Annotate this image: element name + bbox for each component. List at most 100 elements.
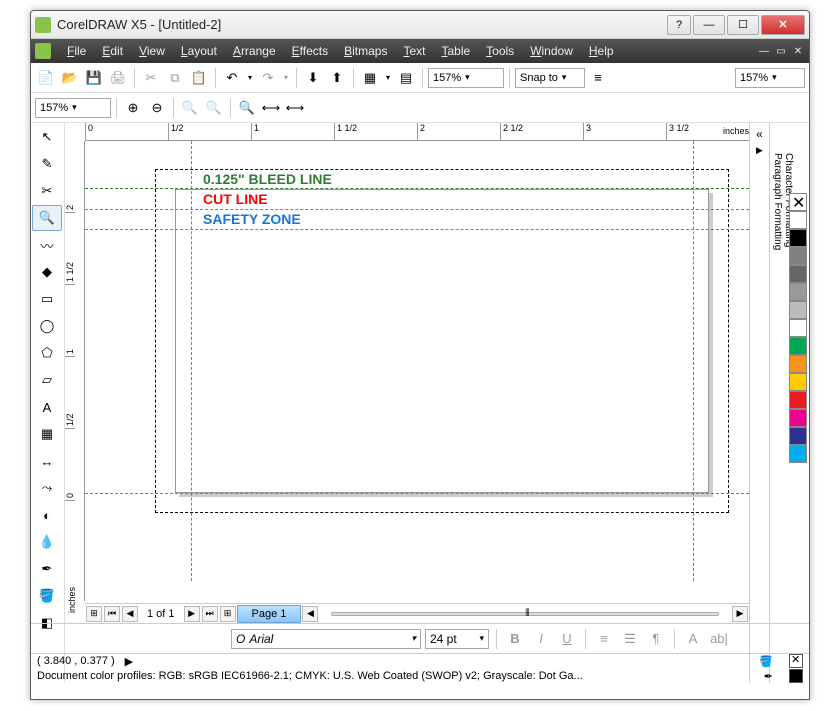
menu-help[interactable]: Help — [581, 41, 622, 61]
fill-tool-icon[interactable]: 🪣 — [759, 655, 773, 668]
print-icon[interactable]: 🖨 — [107, 67, 129, 89]
open-icon[interactable]: 📂 — [59, 67, 81, 89]
outline-tool-icon[interactable]: ✒ — [764, 670, 773, 683]
menu-arrange[interactable]: Arrange — [225, 41, 284, 61]
menu-bitmaps[interactable]: Bitmaps — [336, 41, 395, 61]
docker-paragraph[interactable]: Paragraph Formatting — [772, 153, 783, 643]
zoom-out-icon[interactable]: ⊖ — [146, 97, 168, 119]
table-tool[interactable]: ▦ — [32, 421, 62, 447]
italic-icon[interactable]: I — [530, 628, 552, 650]
welcome-icon[interactable]: ▤ — [395, 67, 417, 89]
crop-tool[interactable]: ✂ — [32, 178, 62, 204]
snap-combo[interactable]: Snap to▾ — [515, 68, 585, 88]
menu-effects[interactable]: Effects — [284, 41, 336, 61]
color-swatch[interactable] — [789, 229, 807, 247]
color-swatch[interactable] — [789, 337, 807, 355]
bold-icon[interactable]: B — [504, 628, 526, 650]
fill-none-swatch[interactable] — [789, 654, 803, 668]
redo-icon[interactable]: ↷ — [257, 67, 279, 89]
zoom-combo-2[interactable]: 157%▾ — [735, 68, 805, 88]
add-page-icon[interactable]: ⊞ — [86, 606, 102, 622]
undo-icon[interactable]: ↶ — [221, 67, 243, 89]
smart-fill-tool[interactable]: ◆ — [32, 259, 62, 285]
minimize-button[interactable]: — — [693, 15, 725, 35]
outline-swatch[interactable] — [789, 669, 803, 683]
scroll-left-icon[interactable]: ◀ — [302, 606, 318, 622]
color-swatch[interactable] — [789, 355, 807, 373]
copy-icon[interactable]: ⧉ — [164, 67, 186, 89]
color-swatch[interactable] — [789, 265, 807, 283]
zoom-page-icon[interactable]: 🔍 — [236, 97, 258, 119]
zoom-width-icon[interactable]: ⟷ — [260, 97, 282, 119]
guide-left[interactable] — [191, 141, 192, 581]
color-swatch[interactable] — [789, 427, 807, 445]
dd1-icon[interactable]: ▾ — [383, 67, 393, 89]
color-swatch[interactable] — [789, 283, 807, 301]
app-launcher-icon[interactable]: ▦ — [359, 67, 381, 89]
menu-table[interactable]: Table — [433, 41, 478, 61]
paste-icon[interactable]: 📋 — [188, 67, 210, 89]
flyout-icon[interactable]: ▶ — [750, 145, 769, 156]
scroll-right-icon[interactable]: ▶ — [732, 606, 748, 622]
fill-tool[interactable]: 🪣 — [32, 583, 62, 609]
no-color-swatch[interactable]: ✕ — [789, 193, 807, 211]
first-page-icon[interactable]: ⏮ — [104, 606, 120, 622]
redo-dd-icon[interactable]: ▾ — [281, 67, 291, 89]
expand-icon[interactable]: « — [750, 127, 769, 141]
underline-icon[interactable]: U — [556, 628, 578, 650]
mdi-close-icon[interactable]: ✕ — [791, 44, 805, 58]
menu-file[interactable]: File — [59, 41, 94, 61]
pick-tool[interactable]: ↖ — [32, 124, 62, 150]
guide-right[interactable] — [693, 141, 694, 581]
next-page-icon[interactable]: ▶ — [184, 606, 200, 622]
freehand-tool[interactable]: 〰 — [32, 232, 62, 258]
zoom-height-icon[interactable]: ⟷ — [284, 97, 306, 119]
outline-tool[interactable]: ✒ — [32, 556, 62, 582]
guide-safe-top[interactable] — [85, 229, 749, 230]
interactive-tool[interactable]: ◐ — [32, 502, 62, 528]
zoom-combo-3[interactable]: 157%▾ — [35, 98, 111, 118]
polygon-tool[interactable]: ⬠ — [32, 340, 62, 366]
canvas[interactable]: 0.125" BLEED LINECUT LINESAFETY ZONE — [85, 141, 749, 581]
add-page-after-icon[interactable]: ⊞ — [220, 606, 236, 622]
color-swatch[interactable] — [789, 445, 807, 463]
menu-text[interactable]: Text — [395, 41, 433, 61]
import-icon[interactable]: ⬇ — [302, 67, 324, 89]
shape-tool[interactable]: ✎ — [32, 151, 62, 177]
basic-shapes-tool[interactable]: ▱ — [32, 367, 62, 393]
zoom-combo-1[interactable]: 157%▾ — [428, 68, 504, 88]
color-swatch[interactable] — [789, 301, 807, 319]
zoom-sel-icon[interactable]: 🔍 — [179, 97, 201, 119]
mdi-minimize-icon[interactable]: — — [757, 44, 771, 58]
color-swatch[interactable] — [789, 247, 807, 265]
connector-tool[interactable]: ⤳ — [32, 475, 62, 501]
last-page-icon[interactable]: ⏭ — [202, 606, 218, 622]
options-icon[interactable]: ≡ — [587, 67, 609, 89]
new-icon[interactable]: 📄 — [35, 67, 57, 89]
zoom-tool[interactable]: 🔍 — [32, 205, 62, 231]
align-icon[interactable]: ≡ — [593, 628, 615, 650]
horizontal-ruler[interactable]: 01/211 1/222 1/233 1/2 — [85, 123, 749, 141]
menu-window[interactable]: Window — [522, 41, 581, 61]
cut-icon[interactable]: ✂ — [140, 67, 162, 89]
export-icon[interactable]: ⬆ — [326, 67, 348, 89]
char-format-icon[interactable]: A — [682, 628, 704, 650]
ellipse-tool[interactable]: ◯ — [32, 313, 62, 339]
text-tool[interactable]: A — [32, 394, 62, 420]
zoom-all-icon[interactable]: 🔍 — [203, 97, 225, 119]
menu-edit[interactable]: Edit — [94, 41, 131, 61]
vertical-ruler[interactable]: 21 1/211/20 — [65, 141, 85, 601]
rectangle-tool[interactable]: ▭ — [32, 286, 62, 312]
menu-view[interactable]: View — [131, 41, 173, 61]
guide-bottom[interactable] — [85, 493, 749, 494]
bullets-icon[interactable]: ☰ — [619, 628, 641, 650]
page-tab[interactable]: Page 1 — [237, 605, 302, 623]
color-swatch[interactable] — [789, 319, 807, 337]
guide-bleed-top[interactable] — [85, 188, 749, 189]
menu-layout[interactable]: Layout — [173, 41, 225, 61]
hscrollbar[interactable]: ⫴ — [331, 607, 719, 621]
font-combo[interactable]: OArial▾ — [231, 629, 421, 649]
dimension-tool[interactable]: ↔ — [32, 448, 62, 474]
zoom-in-icon[interactable]: ⊕ — [122, 97, 144, 119]
color-swatch[interactable] — [789, 409, 807, 427]
